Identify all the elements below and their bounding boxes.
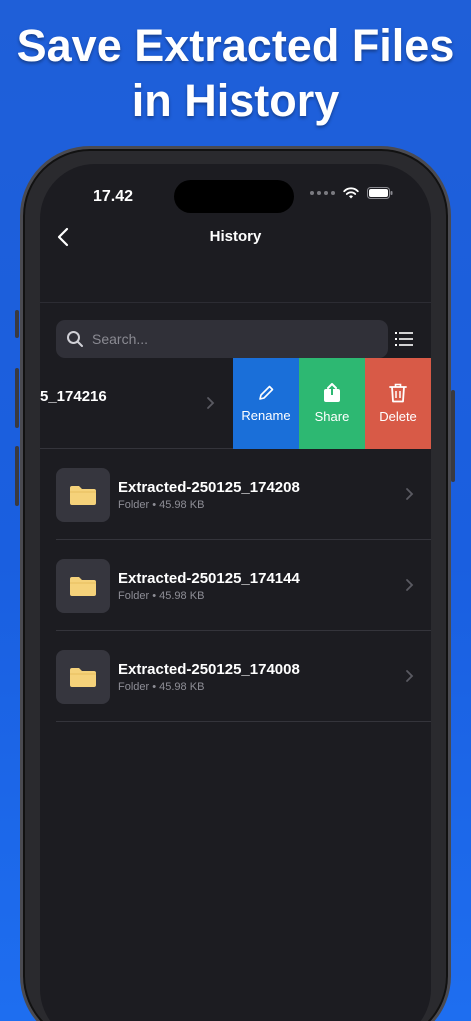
file-name: 5_174216 [40,388,107,405]
header-divider [40,302,431,303]
search-input[interactable] [92,331,372,347]
list-item[interactable]: Extracted-250125_174144 Folder • 45.98 K… [56,540,431,631]
cellular-icon [310,191,335,195]
dynamic-island [174,180,294,213]
file-meta: Folder • 45.98 KB [118,499,205,511]
app-screen: 17.42 History 5_174216 [40,164,431,1021]
search-bar[interactable] [56,320,388,358]
phone-power-button [451,390,455,482]
promo-headline: Save Extracted Files in History [0,18,471,128]
chevron-right-icon [406,579,414,591]
folder-thumbnail [56,468,110,522]
chevron-right-icon [207,397,215,409]
folder-icon [70,486,96,505]
list-item[interactable]: Extracted-250125_174008 Folder • 45.98 K… [56,631,431,722]
phone-volume-down-button [15,446,19,506]
folder-thumbnail [56,650,110,704]
file-name: Extracted-250125_174144 [118,570,300,587]
phone-mute-button [15,310,19,338]
file-name: Extracted-250125_174008 [118,661,300,678]
delete-label: Delete [379,409,417,424]
chevron-right-icon [406,488,414,500]
status-time: 17.42 [93,188,134,205]
pencil-icon [259,385,274,400]
file-name: Extracted-250125_174208 [118,479,300,496]
search-icon [67,331,83,347]
share-button[interactable]: Share [299,358,365,449]
battery-icon [367,187,393,199]
delete-button[interactable]: Delete [365,358,431,449]
rename-label: Rename [241,408,291,423]
headline-line-1: Save Extracted Files [16,20,455,71]
row-divider [56,721,431,722]
page-title: History [209,228,262,245]
folder-thumbnail [56,559,110,613]
folder-icon [70,577,96,596]
list-item[interactable]: Extracted-250125_174208 Folder • 45.98 K… [56,449,431,540]
trash-icon [389,383,407,403]
folder-icon [70,668,96,687]
headline-line-2: in History [131,75,340,126]
rename-button[interactable]: Rename [233,358,299,449]
wifi-icon [343,187,359,199]
chevron-right-icon [406,670,414,682]
phone-volume-up-button [15,368,19,428]
share-label: Share [314,409,350,424]
file-meta: Folder • 45.98 KB [118,681,205,693]
swiped-list-item[interactable]: 5_174216 Rename Share Delete [40,358,431,449]
file-meta: Folder • 45.98 KB [118,590,205,602]
share-icon [324,383,340,402]
status-icons [310,187,393,199]
list-view-icon[interactable] [395,331,413,347]
